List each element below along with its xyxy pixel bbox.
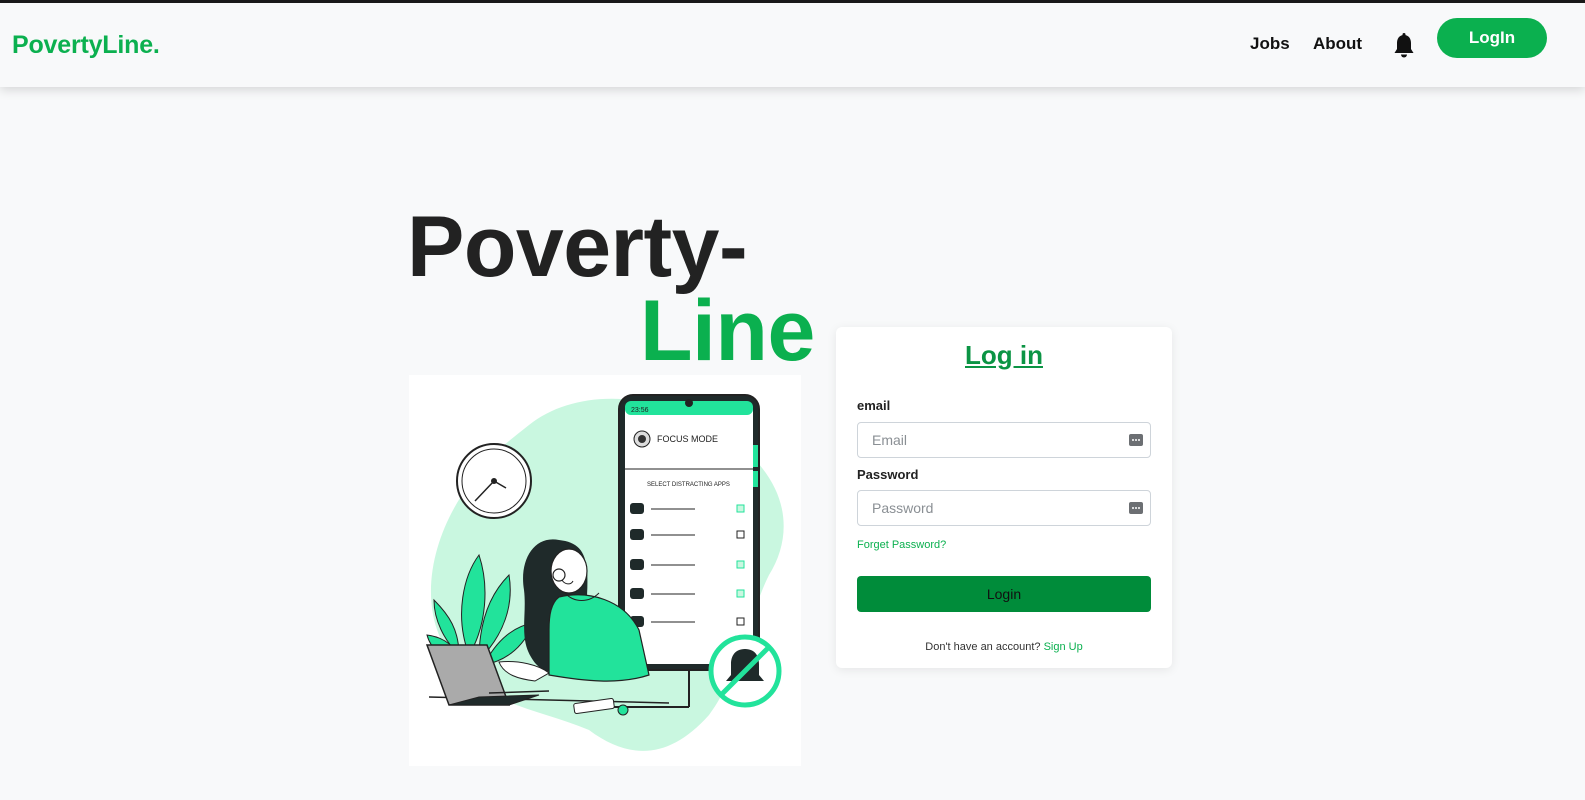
login-title: Log in	[965, 340, 1043, 370]
signup-link[interactable]: Sign Up	[1044, 641, 1083, 653]
nav-login-button[interactable]: LogIn	[1437, 18, 1547, 58]
no-account-text: Don't have an account?	[925, 641, 1041, 653]
phone-app-checkbox	[736, 560, 745, 569]
login-submit-button[interactable]: Login	[857, 576, 1151, 612]
mail-icon	[630, 588, 644, 599]
phone-app-checkbox	[736, 589, 745, 598]
bell-icon[interactable]	[1393, 33, 1415, 59]
no-bell-icon	[708, 634, 782, 708]
navbar: PovertyLine. Jobs About LogIn	[0, 3, 1585, 87]
nav-link-about[interactable]: About	[1313, 34, 1362, 54]
hero-title-line1: Poverty-	[407, 199, 748, 295]
phone-app-checkbox	[736, 530, 745, 539]
password-field[interactable]	[857, 490, 1151, 526]
focus-mode-illustration: 23:56 FOCUS MODE SELECT DISTRACTING APPS	[409, 375, 801, 766]
clock-icon	[456, 443, 532, 519]
play-icon	[630, 503, 644, 514]
hero-title-line2: Line	[640, 283, 815, 379]
forgot-password-link[interactable]: Forget Password?	[857, 539, 946, 551]
nav-link-jobs[interactable]: Jobs	[1250, 34, 1290, 54]
email-field[interactable]	[857, 422, 1151, 458]
focus-mode-label: FOCUS MODE	[657, 434, 718, 444]
brand-logo[interactable]: PovertyLine.	[12, 31, 160, 60]
music-icon	[630, 559, 644, 570]
password-manager-icon[interactable]	[1129, 434, 1143, 446]
chat-icon	[630, 529, 644, 540]
email-label: email	[857, 398, 891, 413]
signup-prompt: Don't have an account? Sign Up	[836, 641, 1172, 653]
login-card: Log in email Password Forget Password? L…	[836, 327, 1172, 668]
phone-time: 23:56	[631, 407, 649, 414]
phone-app-checkbox	[736, 504, 745, 513]
phone-app-checkbox	[736, 617, 745, 626]
password-label: Password	[857, 467, 919, 482]
password-manager-icon[interactable]	[1129, 502, 1143, 514]
select-apps-label: SELECT DISTRACTING APPS	[647, 482, 730, 488]
phone-icon: 23:56 FOCUS MODE SELECT DISTRACTING APPS	[618, 394, 760, 671]
